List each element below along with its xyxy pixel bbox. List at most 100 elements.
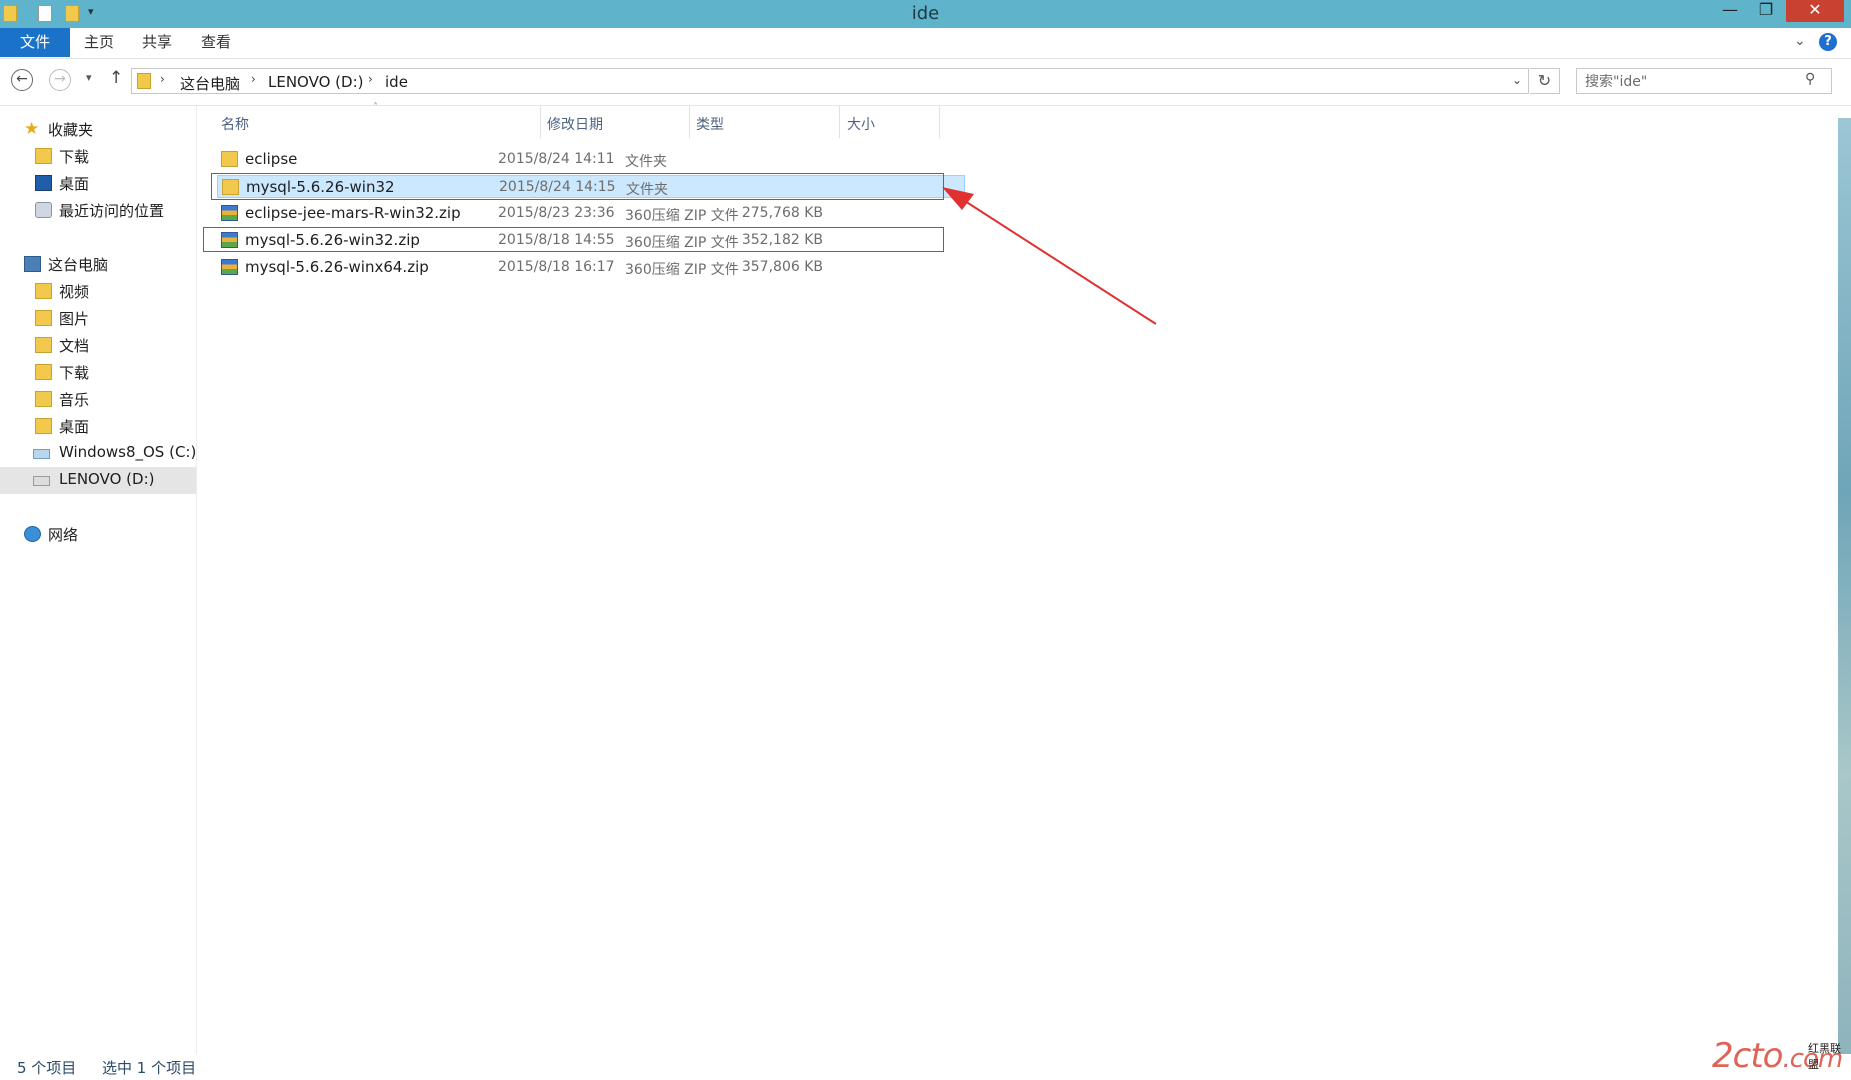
file-row-mysql-winx64-zip[interactable]: mysql-5.6.26-winx64.zip 2015/8/18 16:17 … bbox=[217, 256, 965, 279]
annotation-arrow bbox=[942, 187, 1157, 325]
nav-label: 下载 bbox=[59, 364, 90, 382]
nav-label: 桌面 bbox=[59, 175, 90, 193]
nav-favorites-recent[interactable]: 最近访问的位置 bbox=[0, 197, 196, 224]
address-row: ← → ▾ ↑ › 这台电脑 › LENOVO (D:) › ide ⌄ ↻ ⚲ bbox=[0, 59, 1851, 106]
nav-label: 音乐 bbox=[59, 391, 90, 409]
search-box[interactable]: ⚲ bbox=[1576, 68, 1832, 94]
music-folder-icon bbox=[35, 391, 52, 407]
desktop-background-strip bbox=[1838, 118, 1851, 1056]
column-header-modified[interactable]: 修改日期 bbox=[547, 114, 603, 134]
downloads-folder-icon bbox=[35, 364, 52, 380]
restore-button[interactable]: ❐ bbox=[1748, 0, 1784, 22]
status-bar: 5 个项目 选中 1 个项目 bbox=[0, 1054, 1851, 1080]
breadcrumb-drive-d[interactable]: LENOVO (D:) bbox=[268, 73, 363, 91]
ribbon-tabs: 文件 主页 共享 查看 ⌄ ? bbox=[0, 28, 1851, 59]
watermark-subtitle: 红黑联盟 bbox=[1808, 1042, 1841, 1071]
nav-music[interactable]: 音乐 bbox=[0, 386, 196, 413]
file-modified: 2015/8/18 16:17 bbox=[498, 259, 615, 275]
search-input[interactable] bbox=[1583, 71, 1787, 93]
desktop-icon bbox=[35, 175, 52, 191]
nav-label: Windows8_OS (C:) bbox=[59, 443, 197, 461]
column-divider[interactable] bbox=[689, 106, 690, 138]
close-button[interactable]: ✕ bbox=[1786, 0, 1844, 22]
nav-favorites-downloads[interactable]: 下载 bbox=[0, 143, 196, 170]
nav-pictures[interactable]: 图片 bbox=[0, 305, 196, 332]
tab-share[interactable]: 共享 bbox=[130, 28, 184, 57]
nav-desktop[interactable]: 桌面 bbox=[0, 413, 196, 440]
recent-places-icon bbox=[35, 202, 52, 218]
nav-favorites[interactable]: ★ 收藏夹 bbox=[0, 116, 196, 143]
search-icon[interactable]: ⚲ bbox=[1805, 71, 1815, 87]
refresh-button[interactable]: ↻ bbox=[1530, 68, 1560, 94]
nav-label: LENOVO (D:) bbox=[59, 470, 155, 488]
breadcrumb-separator-icon[interactable]: › bbox=[160, 72, 165, 86]
nav-favorites-desktop[interactable]: 桌面 bbox=[0, 170, 196, 197]
pictures-folder-icon bbox=[35, 310, 52, 326]
title-bar[interactable]: ▾ ide — ❐ ✕ bbox=[0, 0, 1851, 28]
annotation-highlight-box bbox=[203, 227, 944, 252]
nav-label: 文档 bbox=[59, 337, 90, 355]
column-header-type[interactable]: 类型 bbox=[696, 114, 724, 134]
nav-label: 图片 bbox=[59, 310, 90, 328]
nav-drive-c[interactable]: Windows8_OS (C:) bbox=[0, 440, 196, 467]
nav-network[interactable]: 网络 bbox=[0, 521, 196, 548]
nav-label: 下载 bbox=[59, 148, 90, 166]
up-arrow-icon[interactable]: ↑ bbox=[109, 68, 123, 88]
downloads-folder-icon bbox=[35, 148, 52, 164]
desktop-folder-icon bbox=[35, 418, 52, 434]
help-button[interactable]: ? bbox=[1819, 33, 1837, 51]
file-type: 360压缩 ZIP 文件 bbox=[625, 208, 739, 224]
selection-count: 选中 1 个项目 bbox=[102, 1059, 197, 1077]
file-type: 360压缩 ZIP 文件 bbox=[625, 262, 739, 278]
column-divider[interactable] bbox=[839, 106, 840, 138]
forward-button[interactable]: → bbox=[49, 69, 71, 91]
tab-view[interactable]: 查看 bbox=[189, 28, 243, 57]
refresh-icon: ↻ bbox=[1537, 71, 1552, 90]
file-size: 275,768 KB bbox=[741, 205, 823, 221]
recent-locations-chevron-icon[interactable]: ▾ bbox=[86, 71, 92, 84]
nav-downloads[interactable]: 下载 bbox=[0, 359, 196, 386]
file-name: eclipse-jee-mars-R-win32.zip bbox=[245, 204, 461, 222]
back-button[interactable]: ← bbox=[11, 69, 33, 91]
nav-label: 收藏夹 bbox=[48, 121, 94, 139]
nav-label: 这台电脑 bbox=[48, 256, 109, 274]
breadcrumb-ide[interactable]: ide bbox=[385, 73, 408, 91]
window-title: ide bbox=[911, 3, 940, 24]
nav-label: 视频 bbox=[59, 283, 90, 301]
file-modified: 2015/8/23 23:36 bbox=[498, 205, 615, 221]
file-modified: 2015/8/24 14:11 bbox=[498, 151, 615, 167]
column-header-name[interactable]: 名称 bbox=[221, 114, 249, 134]
nav-this-pc[interactable]: 这台电脑 bbox=[0, 251, 196, 278]
file-name: mysql-5.6.26-winx64.zip bbox=[245, 258, 429, 276]
documents-folder-icon bbox=[35, 337, 52, 353]
column-header-size[interactable]: 大小 bbox=[847, 114, 875, 134]
tab-file[interactable]: 文件 bbox=[0, 28, 70, 57]
file-row-eclipse-zip[interactable]: eclipse-jee-mars-R-win32.zip 2015/8/23 2… bbox=[217, 202, 965, 225]
address-bar[interactable]: › 这台电脑 › LENOVO (D:) › ide ⌄ bbox=[131, 68, 1529, 94]
zip-archive-icon bbox=[221, 259, 238, 275]
item-count: 5 个项目 bbox=[17, 1059, 77, 1077]
videos-folder-icon bbox=[35, 283, 52, 299]
nav-label: 最近访问的位置 bbox=[59, 202, 165, 220]
breadcrumb-this-pc[interactable]: 这台电脑 bbox=[180, 73, 240, 94]
minimize-button[interactable]: — bbox=[1712, 0, 1748, 22]
column-divider[interactable] bbox=[540, 106, 541, 138]
breadcrumb-separator-icon[interactable]: › bbox=[251, 72, 256, 86]
breadcrumb-separator-icon[interactable]: › bbox=[368, 72, 373, 86]
file-type: 文件夹 bbox=[625, 154, 667, 170]
file-row-eclipse[interactable]: eclipse 2015/8/24 14:11 文件夹 bbox=[217, 148, 965, 171]
tab-home[interactable]: 主页 bbox=[72, 28, 126, 57]
windows-drive-icon bbox=[33, 449, 50, 459]
star-icon: ★ bbox=[24, 119, 40, 139]
nav-label: 网络 bbox=[48, 526, 79, 544]
hard-drive-icon bbox=[33, 476, 50, 486]
column-divider[interactable] bbox=[939, 106, 940, 138]
nav-videos[interactable]: 视频 bbox=[0, 278, 196, 305]
sort-ascending-icon: ˄ bbox=[373, 102, 378, 113]
address-history-chevron-icon[interactable]: ⌄ bbox=[1512, 73, 1522, 87]
expand-ribbon-chevron-icon[interactable]: ⌄ bbox=[1794, 33, 1806, 49]
navigation-pane: ★ 收藏夹 下载 桌面 最近访问的位置 这台电脑 视频 图片 文档 下载 音乐 … bbox=[0, 106, 197, 1056]
nav-documents[interactable]: 文档 bbox=[0, 332, 196, 359]
nav-drive-d[interactable]: LENOVO (D:) bbox=[0, 467, 196, 494]
file-size: 357,806 KB bbox=[741, 259, 823, 275]
